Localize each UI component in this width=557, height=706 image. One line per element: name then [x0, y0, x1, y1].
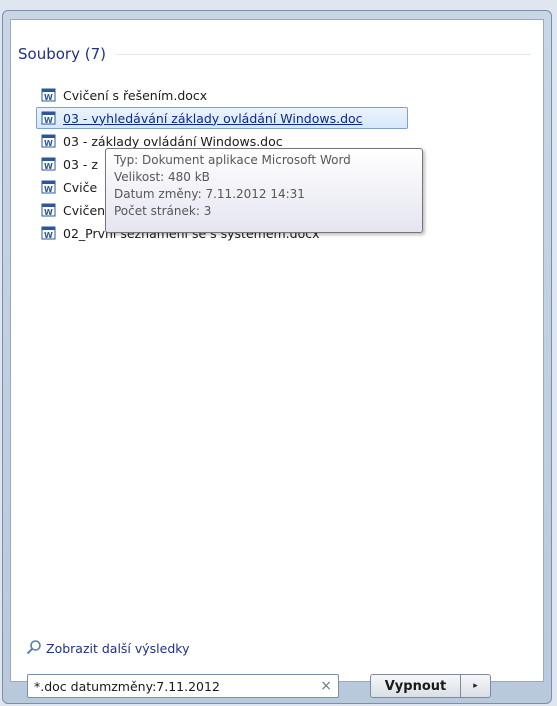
search-input-value: *.doc datumzměny:7.11.2012: [34, 678, 220, 694]
search-input[interactable]: *.doc datumzměny:7.11.2012 ×: [27, 674, 339, 698]
clear-search-icon[interactable]: ×: [320, 678, 332, 694]
more-results-link[interactable]: Zobrazit další výsledky: [26, 639, 189, 658]
section-title[interactable]: Soubory (7): [18, 45, 106, 63]
tooltip-pages: Počet stránek: 3: [114, 204, 212, 218]
more-results-label: Zobrazit další výsledky: [46, 641, 190, 656]
list-item[interactable]: W Cvičení s řešením.docx: [37, 84, 407, 106]
word-document-icon: W: [41, 133, 57, 149]
word-document-icon: W: [41, 225, 57, 241]
section-divider: [115, 53, 531, 55]
svg-text:W: W: [44, 139, 53, 148]
section-header: Soubory (7): [11, 43, 543, 65]
tooltip-type: Typ: Dokument aplikace Microsoft Word: [114, 153, 351, 167]
svg-text:W: W: [44, 162, 53, 171]
result-label: Cviče: [63, 179, 98, 195]
search-results-panel: Soubory (7) W Cvičení s řešením.docx W 0…: [10, 19, 544, 682]
result-label: 03 - vyhledávání základy ovládání Window…: [63, 110, 363, 126]
svg-text:W: W: [44, 116, 53, 125]
svg-text:W: W: [44, 185, 53, 194]
result-label: Cvičení s řešením.docx: [63, 87, 208, 103]
tooltip-size: Velikost: 480 kB: [114, 170, 210, 184]
shutdown-group: Vypnout ▸: [370, 674, 491, 698]
result-label: 03 - základy ovládání Windows.doc: [63, 133, 283, 149]
word-document-icon: W: [41, 87, 57, 103]
svg-text:W: W: [44, 93, 53, 102]
shutdown-options-arrow-icon[interactable]: ▸: [461, 674, 491, 698]
svg-text:W: W: [44, 231, 53, 240]
list-item-selected[interactable]: W 03 - vyhledávání základy ovládání Wind…: [36, 107, 408, 129]
file-tooltip: Typ: Dokument aplikace Microsoft Word Ve…: [105, 148, 423, 233]
word-document-icon: W: [41, 202, 57, 218]
svg-text:W: W: [44, 208, 53, 217]
word-document-icon: W: [41, 110, 57, 126]
word-document-icon: W: [41, 156, 57, 172]
start-menu-frame: Soubory (7) W Cvičení s řešením.docx W 0…: [2, 10, 552, 704]
shutdown-button[interactable]: Vypnout: [370, 674, 461, 698]
result-label: 03 - z: [63, 156, 98, 172]
search-icon: [26, 639, 42, 658]
tooltip-date: Datum změny: 7.11.2012 14:31: [114, 187, 305, 201]
word-document-icon: W: [41, 179, 57, 195]
